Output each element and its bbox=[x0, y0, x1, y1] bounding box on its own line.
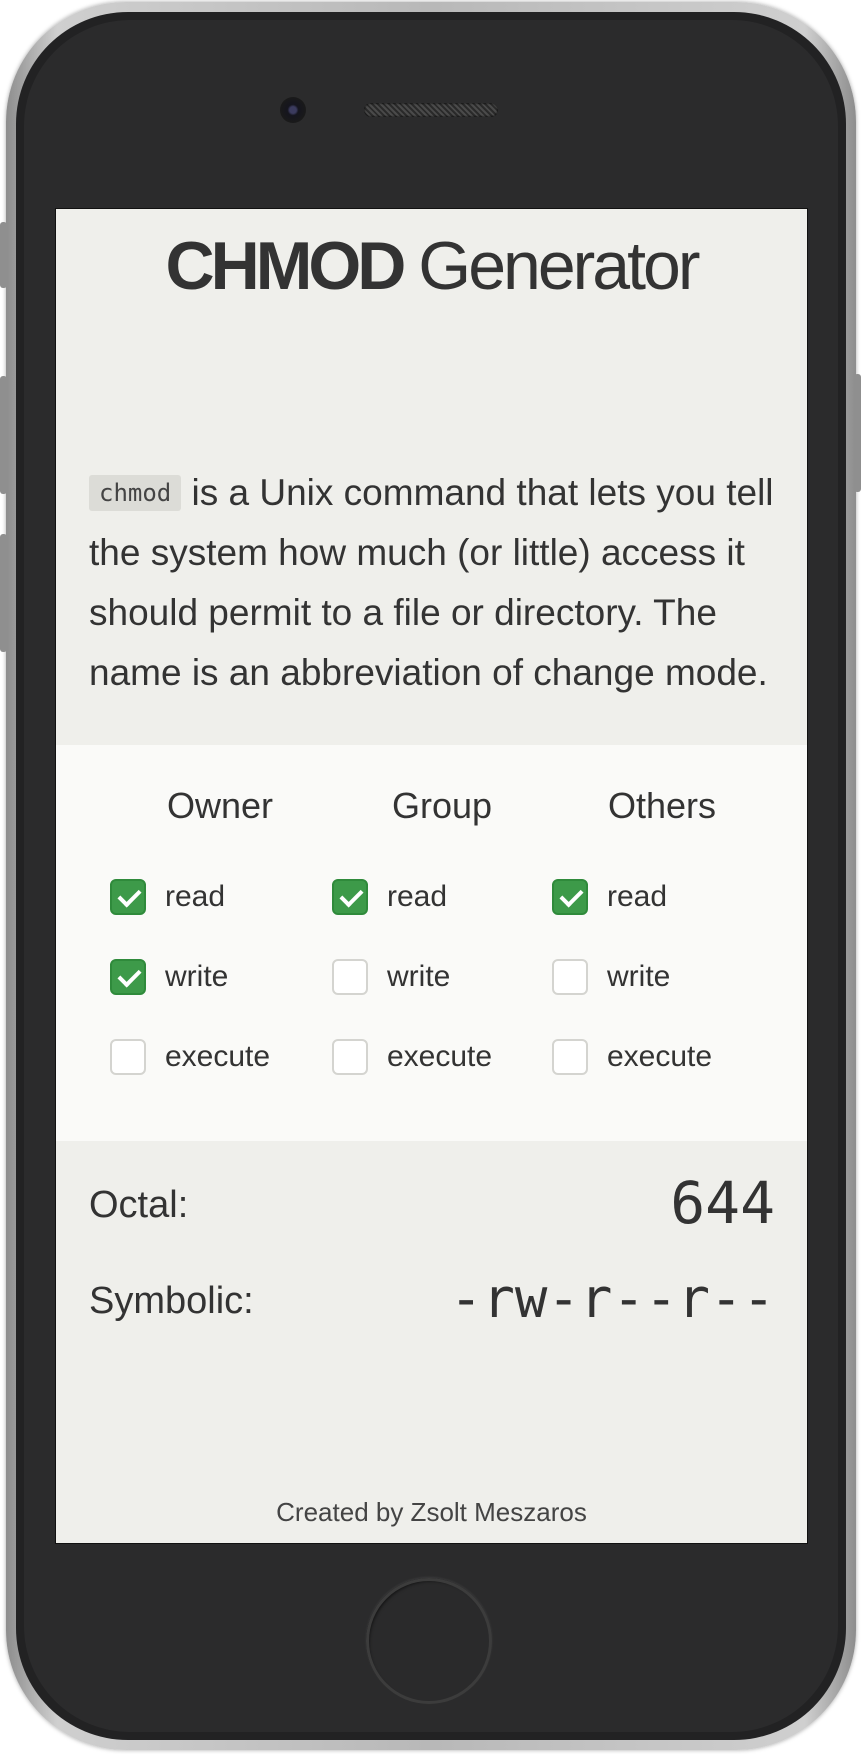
owner-execute-checkbox[interactable] bbox=[110, 1039, 146, 1075]
group-write-label: write bbox=[387, 960, 451, 993]
others-write-checkbox[interactable] bbox=[552, 959, 588, 995]
owner-execute-option[interactable]: execute bbox=[110, 1037, 270, 1077]
group-write-checkbox[interactable] bbox=[332, 959, 368, 995]
group-read-label: read bbox=[387, 880, 448, 913]
title-bold: CHMOD bbox=[165, 228, 407, 304]
code-term: chmod bbox=[89, 475, 182, 511]
footer-credit: Created by Zsolt Meszaros bbox=[276, 1497, 587, 1527]
owner-header: Owner bbox=[166, 785, 274, 826]
others-execute-option[interactable]: execute bbox=[552, 1037, 712, 1077]
others-execute-label: execute bbox=[607, 1040, 713, 1073]
group-execute-checkbox[interactable] bbox=[332, 1039, 368, 1075]
others-write-label: write bbox=[607, 960, 671, 993]
owner-write-checkbox[interactable] bbox=[110, 959, 146, 995]
octal-label: Octal: bbox=[89, 1184, 189, 1226]
symbolic-value: -rw-r--r-- bbox=[449, 1267, 775, 1330]
page-title: CHMOD Generator bbox=[56, 227, 807, 305]
owner-write-option[interactable]: write bbox=[110, 957, 228, 997]
group-execute-label: execute bbox=[387, 1040, 493, 1073]
camera-icon bbox=[280, 97, 306, 123]
description-text: is a Unix command that lets you tell the… bbox=[89, 472, 774, 693]
others-read-checkbox[interactable] bbox=[552, 879, 588, 915]
others-read-option[interactable]: read bbox=[552, 877, 667, 917]
others-read-label: read bbox=[607, 880, 668, 913]
symbolic-label: Symbolic: bbox=[89, 1280, 254, 1322]
owner-execute-label: execute bbox=[165, 1040, 271, 1073]
app-screen: CHMOD Generator chmod is a Unix command … bbox=[55, 208, 808, 1544]
owner-read-label: read bbox=[165, 880, 226, 913]
speaker-grille bbox=[364, 103, 498, 117]
phone-power-button bbox=[854, 374, 861, 492]
others-execute-checkbox[interactable] bbox=[552, 1039, 588, 1075]
title-light: Generator bbox=[418, 228, 700, 304]
permissions-panel: Owner read write execute Group read writ… bbox=[56, 745, 807, 1141]
others-write-option[interactable]: write bbox=[552, 957, 670, 997]
home-button[interactable] bbox=[366, 1578, 492, 1704]
owner-read-option[interactable]: read bbox=[110, 877, 225, 917]
group-read-checkbox[interactable] bbox=[332, 879, 368, 915]
description: chmod is a Unix command that lets you te… bbox=[89, 463, 779, 703]
group-write-option[interactable]: write bbox=[332, 957, 450, 997]
owner-write-label: write bbox=[165, 960, 229, 993]
owner-read-checkbox[interactable] bbox=[110, 879, 146, 915]
group-header: Group bbox=[391, 785, 493, 826]
octal-value: 644 bbox=[670, 1169, 775, 1237]
phone-volume-up-button bbox=[0, 376, 7, 494]
group-execute-option[interactable]: execute bbox=[332, 1037, 492, 1077]
phone-side-button bbox=[0, 222, 7, 288]
others-header: Others bbox=[607, 785, 717, 826]
group-read-option[interactable]: read bbox=[332, 877, 447, 917]
phone-volume-down-button bbox=[0, 534, 7, 652]
